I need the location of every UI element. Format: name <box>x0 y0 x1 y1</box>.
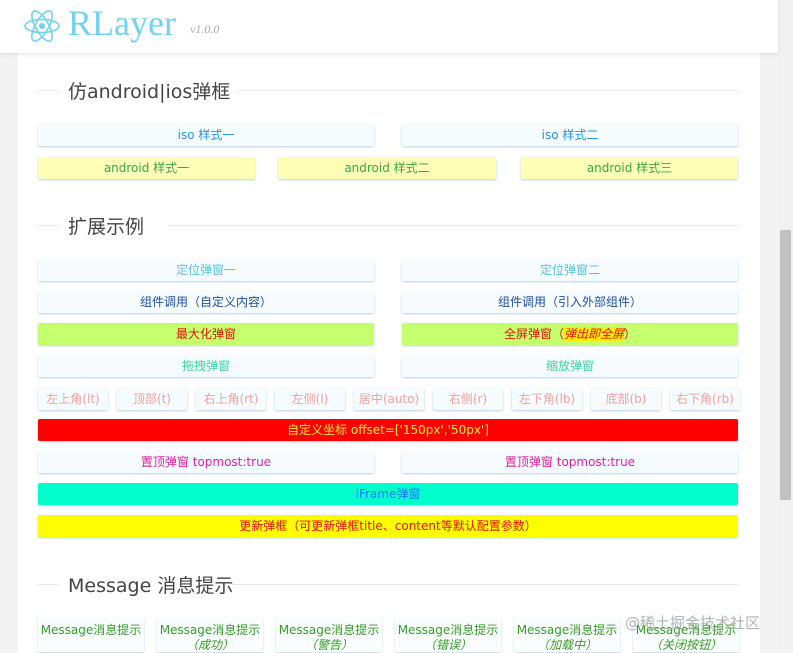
message-button[interactable]: Message消息提示 （错误） <box>395 618 501 652</box>
scrollbar-thumb[interactable] <box>780 230 791 500</box>
direction-button[interactable]: 右侧(r) <box>433 388 503 410</box>
message-label: Message消息提示 <box>397 623 499 637</box>
custom-offset-button[interactable]: 自定义坐标 offset=['150px','50px'] <box>38 419 738 441</box>
direction-button[interactable]: 左下角(lb) <box>512 388 582 410</box>
message-type: （警告） <box>304 638 353 652</box>
section-title-message: Message 消息提示 <box>38 569 738 599</box>
android-style-2-button[interactable]: android 样式二 <box>278 157 496 179</box>
maximize-popup-button[interactable]: 最大化弹窗 <box>38 323 374 345</box>
message-button[interactable]: Message消息提示 （加载中） <box>514 618 620 652</box>
brand-title: RLayer <box>68 3 176 43</box>
android-style-3-button[interactable]: android 样式三 <box>521 157 738 179</box>
direction-button[interactable]: 顶部(t) <box>117 388 187 410</box>
message-label: Message消息提示 <box>159 623 261 637</box>
component-external-button[interactable]: 组件调用（引入外部组件） <box>402 291 738 313</box>
message-type: （加载中） <box>536 638 597 652</box>
drag-popup-button[interactable]: 拖拽弹窗 <box>38 355 374 377</box>
topmost-popup-1-button[interactable]: 置顶弹窗 topmost:true <box>38 451 374 473</box>
topmost-popup-2-button[interactable]: 置顶弹窗 topmost:true <box>402 451 738 473</box>
iframe-popup-button[interactable]: iFrame弹窗 <box>38 483 738 505</box>
message-label: Message消息提示 <box>516 623 618 637</box>
ios-style-2-button[interactable]: iso 样式二 <box>402 124 738 146</box>
message-type: （关闭按钮） <box>649 638 722 652</box>
section-title-extensions: 扩展示例 <box>38 210 738 240</box>
message-button[interactable]: Message消息提示 （警告） <box>276 618 382 652</box>
resize-popup-button[interactable]: 缩放弹窗 <box>402 355 738 377</box>
position-popup-1-button[interactable]: 定位弹窗一 <box>38 259 374 281</box>
section-title-android-ios: 仿android|ios弹框 <box>38 75 738 105</box>
message-type: （成功） <box>185 638 234 652</box>
position-popup-2-button[interactable]: 定位弹窗二 <box>402 259 738 281</box>
message-button[interactable]: Message消息提示 <box>38 618 144 652</box>
direction-button[interactable]: 右上角(rt) <box>196 388 266 410</box>
version-label: v1.0.0 <box>190 22 220 36</box>
message-label: Message消息提示 <box>278 623 380 637</box>
update-popup-button[interactable]: 更新弹框（可更新弹框title、content等默认配置参数） <box>38 515 738 537</box>
direction-button[interactable]: 左上角(lt) <box>38 388 108 410</box>
android-style-1-button[interactable]: android 样式一 <box>38 157 255 179</box>
watermark: @稀土掘金技术社区 <box>625 614 761 632</box>
message-button[interactable]: Message消息提示 （成功） <box>157 618 263 652</box>
direction-button[interactable]: 左侧(l) <box>275 388 345 410</box>
message-type: （错误） <box>423 638 472 652</box>
direction-button[interactable]: 居中(auto) <box>354 388 424 410</box>
direction-button[interactable]: 右下角(rb) <box>670 388 740 410</box>
message-label: Message消息提示 <box>40 623 142 637</box>
direction-button[interactable]: 底部(b) <box>591 388 661 410</box>
react-atom-icon <box>24 10 60 42</box>
component-custom-button[interactable]: 组件调用（自定义内容） <box>38 291 374 313</box>
fullscreen-popup-button[interactable]: 全屏弹窗（弹出即全屏） <box>402 323 738 345</box>
header: RLayer v1.0.0 <box>0 0 778 53</box>
ios-style-1-button[interactable]: iso 样式一 <box>38 124 374 146</box>
